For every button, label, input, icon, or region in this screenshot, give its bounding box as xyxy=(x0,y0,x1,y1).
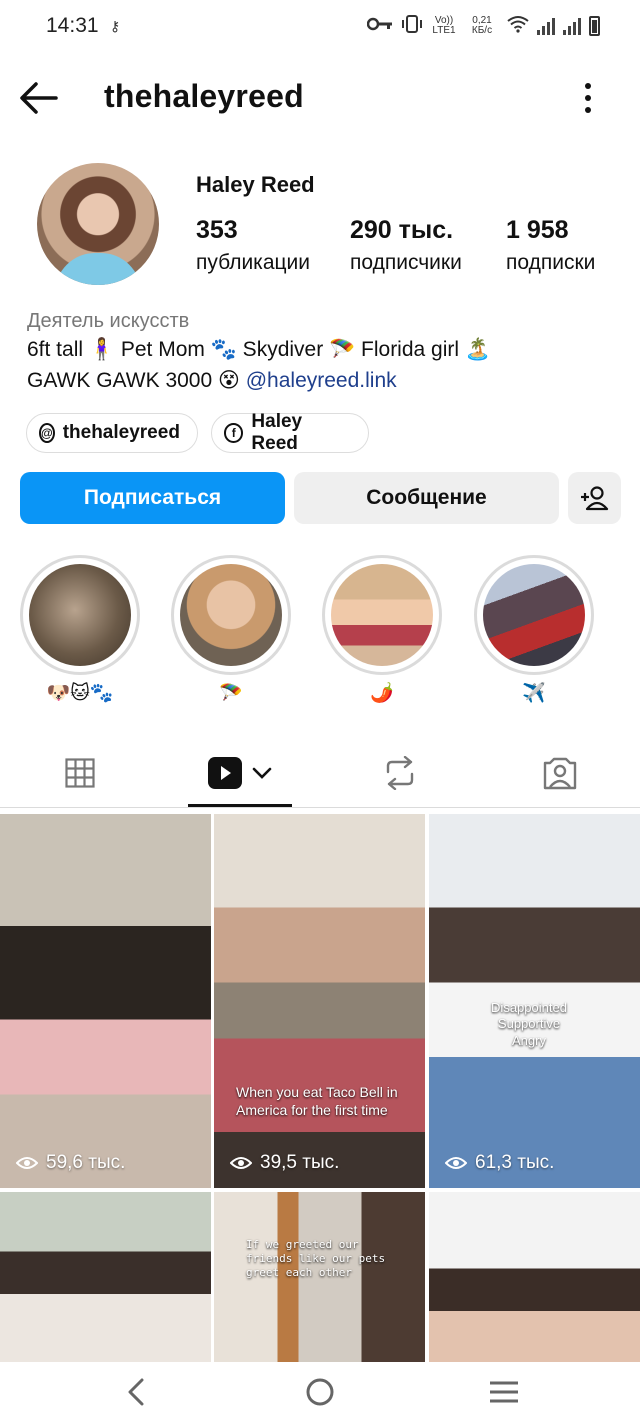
tab-reposts[interactable] xyxy=(320,740,480,806)
highlight-cover xyxy=(180,564,282,666)
reel-thumbnail[interactable] xyxy=(429,1192,640,1362)
view-count-value: 61,3 тыс. xyxy=(475,1152,555,1173)
status-icons: Vo)) LTE1 0,21 КБ/с xyxy=(366,14,600,37)
reel-caption-overlay: When you eat Taco Bell in America for th… xyxy=(236,1084,398,1118)
highlight-caption: 🌶️ xyxy=(370,683,394,704)
threads-icon: @ xyxy=(39,423,55,443)
highlight-item[interactable]: 🌶️ xyxy=(322,555,442,707)
reel-caption-overlay: If we greeted our friends like our pets … xyxy=(246,1238,386,1279)
profile-category: Деятель искусств xyxy=(27,310,190,332)
repost-icon xyxy=(386,756,414,790)
stat-value: 353 xyxy=(196,216,238,244)
eye-icon xyxy=(230,1157,252,1169)
highlight-cover xyxy=(483,564,585,666)
bio-line-1: 6ft tall 🧍‍♀️ Pet Mom 🐾 Skydiver 🪂 Flori… xyxy=(27,338,492,361)
reel-thumbnail[interactable]: If we greeted our friends like our pets … xyxy=(214,1192,425,1362)
add-user-button[interactable] xyxy=(568,472,621,524)
reel-thumbnail[interactable]: Disappointed Supportive Angry 61,3 тыс. xyxy=(429,814,640,1188)
tab-tagged[interactable] xyxy=(480,740,640,806)
active-tab-indicator xyxy=(188,804,292,807)
stat-posts[interactable]: 353 публикации xyxy=(196,216,310,275)
tagged-person-icon xyxy=(543,757,577,790)
bio-link[interactable]: @haleyreed.link xyxy=(246,369,397,392)
nav-home-icon[interactable] xyxy=(298,1372,342,1412)
tab-posts-grid[interactable] xyxy=(0,740,160,806)
system-nav-bar xyxy=(0,1362,640,1423)
stat-label: подписки xyxy=(506,251,596,274)
nav-back-icon[interactable] xyxy=(114,1372,158,1412)
reel-thumbnail[interactable]: When you eat Taco Bell in America for th… xyxy=(214,814,425,1188)
volte-label: Vo)) LTE1 xyxy=(432,14,456,36)
wifi-icon xyxy=(507,15,529,36)
vpn-key-icon xyxy=(366,17,393,34)
chip-label: thehaleyreed xyxy=(62,422,180,443)
reel-caption-overlay: Disappointed Supportive Angry xyxy=(491,1000,567,1048)
stat-value: 290 тыс. xyxy=(350,216,454,244)
more-options-icon[interactable] xyxy=(574,80,602,116)
stat-following[interactable]: 1 958 подписки xyxy=(506,216,595,275)
avatar[interactable] xyxy=(37,163,159,285)
reels-icon xyxy=(208,757,242,789)
battery-icon xyxy=(589,15,600,36)
threads-chip[interactable]: @ thehaleyreed xyxy=(26,413,198,453)
view-count: 59,6 тыс. xyxy=(16,1152,125,1174)
stat-value: 1 958 xyxy=(506,216,569,244)
bio-line-2: GAWK GAWK 3000 😵 @haleyreed.link xyxy=(27,368,397,393)
highlight-caption: 🪂 xyxy=(219,683,243,704)
stat-label: публикации xyxy=(196,251,310,274)
message-button[interactable]: Сообщение xyxy=(294,472,559,524)
highlight-cover xyxy=(29,564,131,666)
eye-icon xyxy=(445,1157,467,1169)
facebook-icon: f xyxy=(224,423,244,443)
eye-icon xyxy=(16,1157,38,1169)
view-count-value: 39,5 тыс. xyxy=(260,1152,340,1173)
profile-header: thehaleyreed xyxy=(0,70,640,126)
bio-text: GAWK GAWK 3000 😵 xyxy=(27,369,246,392)
facebook-chip[interactable]: f Haley Reed xyxy=(211,411,369,454)
back-arrow-icon[interactable] xyxy=(18,78,60,118)
nav-menu-icon[interactable] xyxy=(482,1372,526,1412)
highlight-caption: 🐶🐱🐾 xyxy=(46,683,114,704)
signal-icon xyxy=(537,17,555,35)
key-icon: ⚷ xyxy=(110,18,121,34)
view-count-value: 59,6 тыс. xyxy=(46,1152,126,1173)
highlight-cover xyxy=(331,564,433,666)
view-count: 39,5 тыс. xyxy=(230,1152,339,1174)
add-user-icon xyxy=(580,486,608,511)
status-time: 14:31 xyxy=(46,14,99,37)
chevron-down-icon xyxy=(252,767,272,779)
full-name: Haley Reed xyxy=(196,172,315,197)
follow-button[interactable]: Подписаться xyxy=(20,472,285,524)
highlight-item[interactable]: ✈️ xyxy=(474,555,594,707)
status-bar: 14:31 ⚷ Vo)) LTE1 0,21 КБ/с xyxy=(0,0,640,52)
highlight-item[interactable]: 🐶🐱🐾 xyxy=(20,555,140,707)
page-title: thehaleyreed xyxy=(104,78,304,114)
highlight-caption: ✈️ xyxy=(522,683,546,704)
grid-icon xyxy=(65,758,95,788)
reel-thumbnail[interactable]: 59,6 тыс. xyxy=(0,814,211,1188)
highlight-item[interactable]: 🪂 xyxy=(171,555,291,707)
stat-label: подписчики xyxy=(350,251,462,274)
stat-followers[interactable]: 290 тыс. подписчики xyxy=(350,216,462,275)
chip-label: Haley Reed xyxy=(251,411,303,454)
network-speed: 0,21 КБ/с xyxy=(471,14,493,36)
signal-icon-2 xyxy=(563,17,581,35)
profile-tabs xyxy=(0,740,640,808)
tab-reels[interactable] xyxy=(188,740,292,806)
vibrate-icon xyxy=(401,14,423,37)
view-count: 61,3 тыс. xyxy=(445,1152,554,1174)
reel-thumbnail[interactable] xyxy=(0,1192,211,1362)
